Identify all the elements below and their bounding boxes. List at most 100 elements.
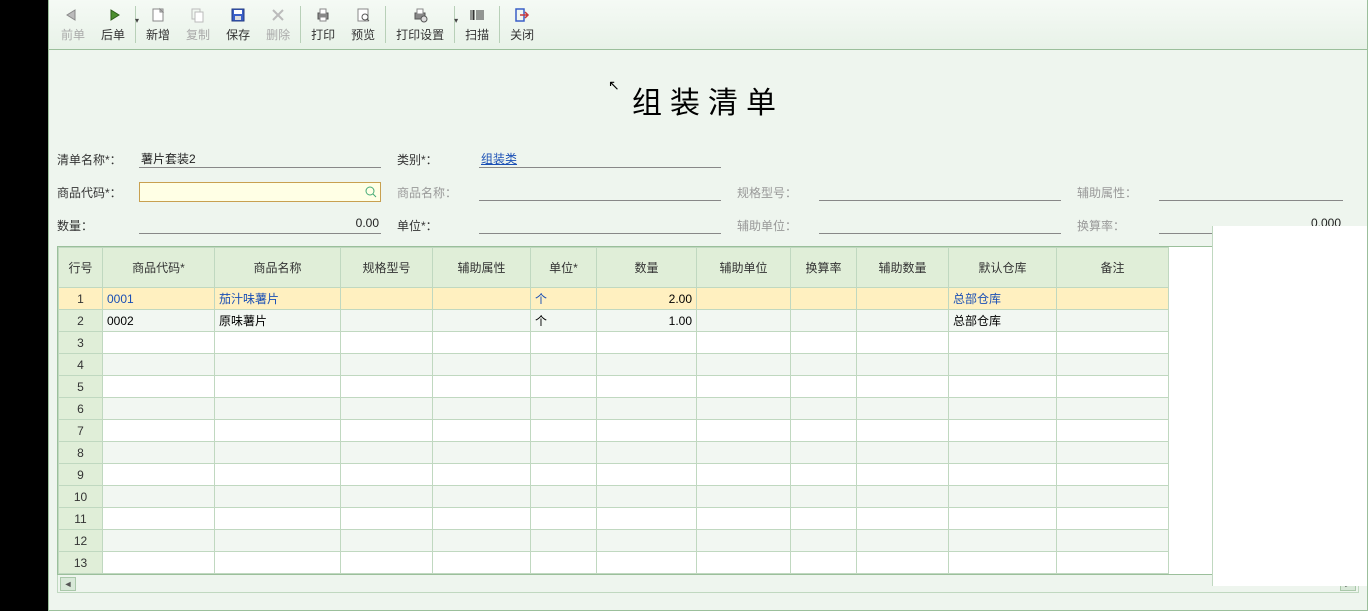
table-cell[interactable] (103, 354, 215, 376)
table-row[interactable]: 11 (59, 508, 1169, 530)
table-row[interactable]: 3 (59, 332, 1169, 354)
prev-bill-button[interactable]: 前单 (53, 2, 93, 47)
table-cell[interactable] (215, 332, 341, 354)
table-cell[interactable] (531, 486, 597, 508)
table-cell[interactable] (697, 552, 791, 574)
table-cell[interactable] (791, 310, 857, 332)
table-row[interactable]: 7 (59, 420, 1169, 442)
column-header[interactable]: 数量 (597, 248, 697, 288)
save-button[interactable]: 保存 (218, 2, 258, 47)
table-cell[interactable] (857, 508, 949, 530)
table-cell[interactable] (1057, 354, 1169, 376)
table-cell[interactable]: 0002 (103, 310, 215, 332)
table-cell[interactable] (857, 354, 949, 376)
column-header[interactable]: 默认仓库 (949, 248, 1057, 288)
table-row[interactable]: 5 (59, 376, 1169, 398)
column-header[interactable]: 换算率 (791, 248, 857, 288)
table-cell[interactable] (791, 420, 857, 442)
table-cell[interactable] (857, 332, 949, 354)
table-cell[interactable] (433, 332, 531, 354)
table-cell[interactable] (597, 530, 697, 552)
table-cell[interactable] (697, 376, 791, 398)
table-cell[interactable] (1057, 530, 1169, 552)
table-cell[interactable] (433, 508, 531, 530)
table-cell[interactable] (857, 530, 949, 552)
lookup-icon[interactable] (364, 185, 378, 199)
next-bill-button[interactable]: 后单 ▾ (93, 2, 133, 47)
table-cell[interactable] (697, 508, 791, 530)
close-button[interactable]: 关闭 (502, 2, 542, 47)
table-cell[interactable] (697, 398, 791, 420)
table-cell[interactable] (697, 310, 791, 332)
table-cell[interactable] (697, 420, 791, 442)
table-cell[interactable]: 总部仓库 (949, 310, 1057, 332)
product-code-input[interactable] (139, 182, 381, 202)
table-cell[interactable]: 个 (531, 288, 597, 310)
table-cell[interactable] (597, 398, 697, 420)
table-cell[interactable] (949, 530, 1057, 552)
column-header[interactable]: 行号 (59, 248, 103, 288)
table-cell[interactable] (433, 288, 531, 310)
table-cell[interactable] (697, 354, 791, 376)
table-cell[interactable] (103, 332, 215, 354)
table-cell[interactable] (791, 442, 857, 464)
column-header[interactable]: 规格型号 (341, 248, 433, 288)
category-field[interactable]: 组装类 (479, 150, 721, 168)
column-header[interactable]: 辅助属性 (433, 248, 531, 288)
table-cell[interactable] (433, 530, 531, 552)
table-cell[interactable] (949, 508, 1057, 530)
table-cell[interactable] (791, 398, 857, 420)
table-cell[interactable] (215, 464, 341, 486)
table-cell[interactable] (433, 420, 531, 442)
table-cell[interactable] (103, 464, 215, 486)
table-cell[interactable] (531, 552, 597, 574)
table-cell[interactable] (1057, 376, 1169, 398)
column-header[interactable]: 商品名称 (215, 248, 341, 288)
table-cell[interactable] (697, 530, 791, 552)
table-cell[interactable] (697, 442, 791, 464)
table-cell[interactable] (597, 552, 697, 574)
table-cell[interactable] (215, 486, 341, 508)
table-cell[interactable] (791, 486, 857, 508)
unit-field[interactable] (479, 216, 721, 234)
table-cell[interactable] (341, 288, 433, 310)
table-row[interactable]: 4 (59, 354, 1169, 376)
table-cell[interactable] (597, 442, 697, 464)
table-cell[interactable] (857, 398, 949, 420)
table-cell[interactable] (341, 552, 433, 574)
table-cell[interactable] (103, 530, 215, 552)
table-cell[interactable] (341, 464, 433, 486)
table-cell[interactable] (103, 420, 215, 442)
table-cell[interactable] (697, 332, 791, 354)
table-cell[interactable] (433, 442, 531, 464)
table-cell[interactable] (1057, 486, 1169, 508)
table-cell[interactable] (341, 398, 433, 420)
table-cell[interactable] (1057, 464, 1169, 486)
table-cell[interactable] (1057, 288, 1169, 310)
table-cell[interactable] (215, 398, 341, 420)
print-button[interactable]: 打印 (303, 2, 343, 47)
column-header[interactable]: 备注 (1057, 248, 1169, 288)
table-cell[interactable] (949, 332, 1057, 354)
table-cell[interactable] (531, 376, 597, 398)
table-cell[interactable] (857, 552, 949, 574)
table-cell[interactable] (1057, 310, 1169, 332)
table-cell[interactable] (215, 442, 341, 464)
table-row[interactable]: 10 (59, 486, 1169, 508)
table-cell[interactable] (433, 464, 531, 486)
table-cell[interactable] (103, 486, 215, 508)
table-cell[interactable] (791, 508, 857, 530)
table-cell[interactable] (791, 464, 857, 486)
delete-button[interactable]: 删除 (258, 2, 298, 47)
table-cell[interactable] (697, 288, 791, 310)
table-cell[interactable] (103, 376, 215, 398)
table-cell[interactable] (791, 354, 857, 376)
table-cell[interactable] (1057, 420, 1169, 442)
table-cell[interactable] (857, 288, 949, 310)
table-cell[interactable] (597, 464, 697, 486)
table-cell[interactable] (531, 530, 597, 552)
list-name-field[interactable]: 薯片套装2 (139, 150, 381, 168)
table-cell[interactable] (433, 552, 531, 574)
table-cell[interactable] (215, 552, 341, 574)
table-cell[interactable] (1057, 552, 1169, 574)
